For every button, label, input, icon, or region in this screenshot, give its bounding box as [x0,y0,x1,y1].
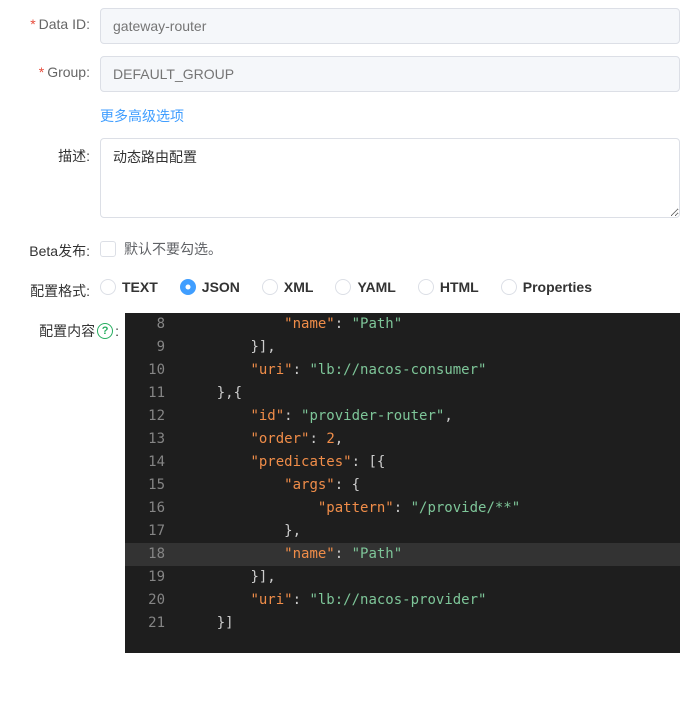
line-number: 18 [125,543,183,566]
code-text: },{ [183,382,680,405]
line-number: 10 [125,359,183,382]
line-number: 21 [125,612,183,635]
line-number: 14 [125,451,183,474]
radio-circle-icon [501,279,517,295]
format-radio-json[interactable]: JSON [180,279,240,295]
code-editor[interactable]: 8 "name": "Path"9 }],10 "uri": "lb://nac… [125,313,680,653]
code-line: 20 "uri": "lb://nacos-provider" [125,589,680,612]
code-text: "uri": "lb://nacos-consumer" [183,359,680,382]
code-text: "args": { [183,474,680,497]
format-radio-group: TEXT JSON XML YAML HTML Properties [100,273,680,295]
radio-circle-icon [180,279,196,295]
row-format: 配置格式: TEXT JSON XML YAML HTML Properties [0,273,680,301]
label-beta: Beta发布: [0,233,100,261]
code-text: "uri": "lb://nacos-provider" [183,589,680,612]
format-radio-xml[interactable]: XML [262,279,314,295]
radio-label: YAML [357,279,395,295]
radio-circle-icon [335,279,351,295]
radio-label: Properties [523,279,592,295]
code-text: "id": "provider-router", [183,405,680,428]
code-text: "name": "Path" [183,543,680,566]
code-line: 12 "id": "provider-router", [125,405,680,428]
radio-circle-icon [262,279,278,295]
radio-label: TEXT [122,279,158,295]
row-description: 描述: [0,138,680,221]
radio-label: HTML [440,279,479,295]
code-line: 8 "name": "Path" [125,313,680,336]
line-number: 16 [125,497,183,520]
label-format: 配置格式: [0,273,100,301]
line-number: 13 [125,428,183,451]
format-radio-text[interactable]: TEXT [100,279,158,295]
format-radio-yaml[interactable]: YAML [335,279,395,295]
code-text: "order": 2, [183,428,680,451]
code-text: }] [183,612,680,635]
code-text: }], [183,566,680,589]
line-number: 17 [125,520,183,543]
code-line: 15 "args": { [125,474,680,497]
line-number: 20 [125,589,183,612]
radio-label: JSON [202,279,240,295]
code-line: 9 }], [125,336,680,359]
label-content: 配置内容 ? : [0,313,125,341]
line-number: 8 [125,313,183,336]
group-input[interactable] [100,56,680,92]
line-number: 11 [125,382,183,405]
label-group: *Group: [0,56,100,80]
advanced-options-link[interactable]: 更多高级选项 [100,104,184,126]
radio-circle-icon [100,279,116,295]
beta-checkbox[interactable] [100,241,116,257]
format-radio-properties[interactable]: Properties [501,279,592,295]
label-description: 描述: [0,138,100,166]
code-line: 14 "predicates": [{ [125,451,680,474]
line-number: 12 [125,405,183,428]
row-beta: Beta发布: 默认不要勾选。 [0,233,680,261]
code-text: "predicates": [{ [183,451,680,474]
code-text: "pattern": "/provide/**" [183,497,680,520]
label-data-id: *Data ID: [0,8,100,32]
format-radio-html[interactable]: HTML [418,279,479,295]
config-form: *Data ID: *Group: 更多高级选项 描述: Beta发布: [0,0,680,653]
help-icon[interactable]: ? [97,323,113,339]
data-id-input[interactable] [100,8,680,44]
code-line: 17 }, [125,520,680,543]
required-star: * [39,64,44,80]
row-group: *Group: [0,56,680,92]
code-line: 21 }] [125,612,680,635]
radio-circle-icon [418,279,434,295]
code-text: }], [183,336,680,359]
code-line: 11 },{ [125,382,680,405]
line-number: 15 [125,474,183,497]
row-data-id: *Data ID: [0,8,680,44]
radio-label: XML [284,279,314,295]
code-text: }, [183,520,680,543]
row-content: 配置内容 ? : 8 "name": "Path"9 }],10 "uri": … [0,313,680,653]
required-star: * [30,16,35,32]
code-line: 13 "order": 2, [125,428,680,451]
line-number: 9 [125,336,183,359]
code-text: "name": "Path" [183,313,680,336]
code-line: 16 "pattern": "/provide/**" [125,497,680,520]
code-line: 19 }], [125,566,680,589]
row-advanced: 更多高级选项 [0,104,680,126]
description-textarea[interactable] [100,138,680,218]
line-number: 19 [125,566,183,589]
code-line: 18 "name": "Path" [125,543,680,566]
code-line: 10 "uri": "lb://nacos-consumer" [125,359,680,382]
beta-hint-text: 默认不要勾选。 [124,239,222,259]
